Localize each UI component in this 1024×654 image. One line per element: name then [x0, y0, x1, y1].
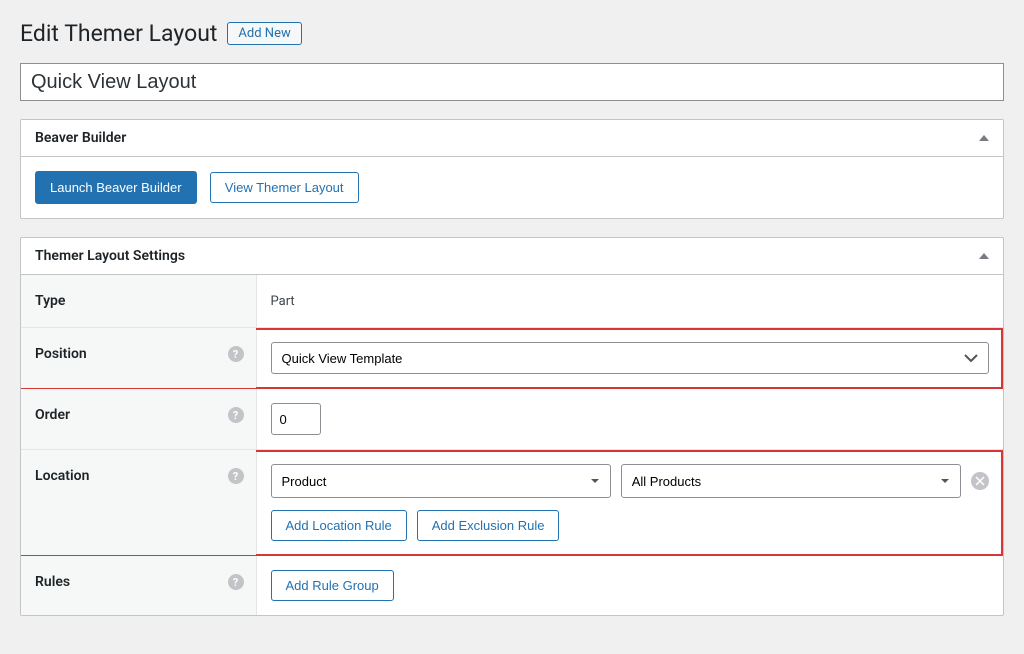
remove-rule-icon[interactable]: [971, 472, 989, 490]
beaver-builder-box-body: Launch Beaver Builder View Themer Layout: [21, 157, 1003, 218]
order-row: Order ?: [21, 389, 1003, 450]
rules-label: Rules ?: [21, 556, 256, 616]
type-label: Type: [21, 275, 256, 328]
order-input[interactable]: [271, 403, 321, 435]
location-row: Location ? Product All Products: [21, 450, 1003, 556]
page-title: Edit Themer Layout: [20, 20, 217, 47]
settings-table: Type Part Position ? Quick View Template: [21, 275, 1003, 615]
help-icon[interactable]: ?: [228, 468, 244, 484]
help-icon[interactable]: ?: [228, 407, 244, 423]
settings-box-header[interactable]: Themer Layout Settings: [21, 238, 1003, 275]
rules-row: Rules ? Add Rule Group: [21, 556, 1003, 616]
location-rule-row: Product All Products: [271, 464, 990, 498]
layout-title-input[interactable]: [20, 63, 1004, 101]
add-exclusion-rule-button[interactable]: Add Exclusion Rule: [417, 510, 560, 541]
type-value: Part: [271, 294, 295, 309]
help-icon[interactable]: ?: [228, 574, 244, 590]
beaver-builder-box-title: Beaver Builder: [35, 130, 126, 146]
launch-beaver-builder-button[interactable]: Launch Beaver Builder: [35, 171, 197, 204]
add-location-rule-button[interactable]: Add Location Rule: [271, 510, 407, 541]
type-row: Type Part: [21, 275, 1003, 328]
view-themer-layout-button[interactable]: View Themer Layout: [210, 172, 359, 203]
collapse-icon[interactable]: [979, 253, 989, 259]
add-rule-group-button[interactable]: Add Rule Group: [271, 570, 394, 601]
collapse-icon[interactable]: [979, 135, 989, 141]
add-new-button[interactable]: Add New: [227, 22, 301, 45]
help-icon[interactable]: ?: [228, 346, 244, 362]
location-type-select[interactable]: Product: [271, 464, 611, 498]
position-select[interactable]: Quick View Template: [271, 342, 990, 374]
location-label: Location ?: [21, 450, 256, 556]
beaver-builder-box-header[interactable]: Beaver Builder: [21, 120, 1003, 157]
location-buttons: Add Location Rule Add Exclusion Rule: [271, 510, 990, 541]
settings-box-body: Type Part Position ? Quick View Template: [21, 275, 1003, 615]
settings-box-title: Themer Layout Settings: [35, 248, 185, 264]
position-label: Position ?: [21, 328, 256, 389]
location-target-select[interactable]: All Products: [621, 464, 961, 498]
page-header: Edit Themer Layout Add New: [20, 20, 1004, 47]
order-label: Order ?: [21, 389, 256, 450]
beaver-builder-box: Beaver Builder Launch Beaver Builder Vie…: [20, 119, 1004, 219]
themer-layout-settings-box: Themer Layout Settings Type Part Positio…: [20, 237, 1004, 616]
position-row: Position ? Quick View Template: [21, 328, 1003, 389]
